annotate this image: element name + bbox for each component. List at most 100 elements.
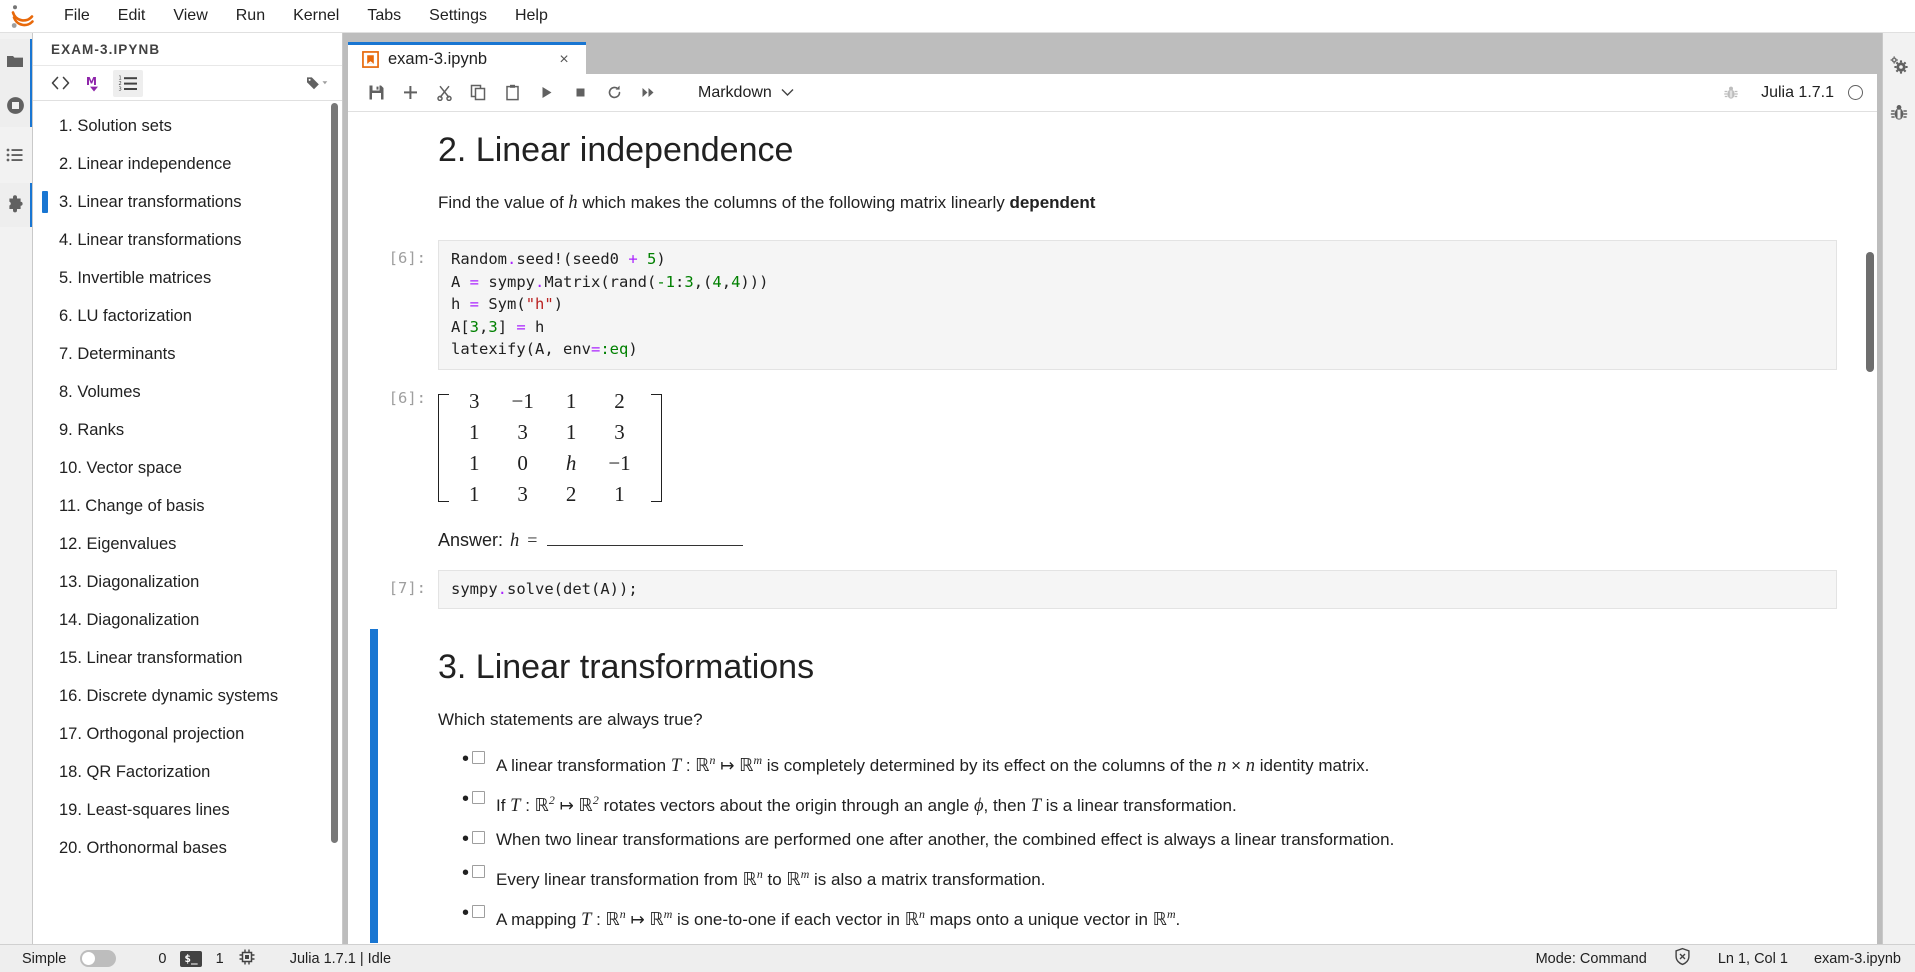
cell-content: 3. Linear transformations Which statemen… bbox=[438, 629, 1877, 943]
prompt-text-mid: which makes the columns of the following… bbox=[577, 193, 1010, 212]
toc-item-label: 19. Least-squares lines bbox=[59, 801, 230, 819]
cell-prompt-7: [7]: bbox=[388, 578, 426, 597]
toc-item-7[interactable]: 7. Determinants bbox=[33, 335, 342, 373]
output-prompt-6: [6]: bbox=[388, 388, 426, 407]
section-heading-3: 3. Linear transformations bbox=[438, 648, 815, 686]
cut-cell-button[interactable] bbox=[428, 78, 460, 108]
toc-item-14[interactable]: 14. Diagonalization bbox=[33, 601, 342, 639]
sidebar-item-property-inspector[interactable] bbox=[1883, 41, 1915, 89]
toc-item-11[interactable]: 11. Change of basis bbox=[33, 487, 342, 525]
toc-item-20[interactable]: 20. Orthonormal bases bbox=[33, 829, 342, 867]
play-icon bbox=[542, 87, 551, 98]
toc-tag-dropdown-button[interactable] bbox=[302, 70, 332, 97]
left-activity-bar bbox=[0, 33, 33, 944]
toc-item-label: 16. Discrete dynamic systems bbox=[59, 687, 279, 705]
toc-item-17[interactable]: 17. Orthogonal projection bbox=[33, 715, 342, 753]
statement-checkbox[interactable] bbox=[472, 865, 485, 878]
notebook-cells-container[interactable]: 2. Linear independence Find the value of… bbox=[348, 112, 1877, 944]
menu-view[interactable]: View bbox=[159, 2, 221, 30]
toc-numbering-toggle-button[interactable]: 1 2 3 bbox=[113, 69, 143, 97]
toggle-knob bbox=[82, 952, 96, 965]
menu-run[interactable]: Run bbox=[222, 2, 279, 30]
notebook-cell-code-6[interactable]: [6]: Random.seed!(seed0 + 5) A = sympy.M… bbox=[348, 240, 1877, 370]
bug-icon bbox=[1890, 105, 1908, 120]
sidebar-item-running-terminals[interactable] bbox=[0, 83, 32, 127]
toc-item-10[interactable]: 10. Vector space bbox=[33, 449, 342, 487]
toc-item-4[interactable]: 4. Linear transformations bbox=[33, 221, 342, 259]
toc-item-15[interactable]: 15. Linear transformation bbox=[33, 639, 342, 677]
toc-markdown-toggle-button[interactable]: M bbox=[79, 70, 109, 97]
tab-close-icon[interactable]: × bbox=[554, 50, 574, 70]
code-line-5: latexify(A, env=:eq) bbox=[451, 340, 638, 358]
toc-item-label: 18. QR Factorization bbox=[59, 763, 211, 781]
statement-checkbox[interactable] bbox=[472, 831, 485, 844]
interrupt-kernel-button[interactable] bbox=[564, 78, 596, 108]
cell-type-dropdown[interactable]: Markdown bbox=[688, 81, 802, 105]
answer-equals: = bbox=[527, 529, 538, 550]
matrix-cell: 3 bbox=[517, 419, 528, 444]
svg-text:3: 3 bbox=[118, 87, 121, 93]
sidebar-item-debugger[interactable] bbox=[1883, 89, 1915, 137]
matrix-row: 3 −1 1 2 bbox=[453, 386, 647, 417]
toc-item-6[interactable]: 6. LU factorization bbox=[33, 297, 342, 335]
gears-icon bbox=[1890, 56, 1908, 74]
menu-edit[interactable]: Edit bbox=[104, 2, 160, 30]
trusted-shield-icon[interactable] bbox=[1673, 947, 1692, 970]
toc-item-16[interactable]: 16. Discrete dynamic systems bbox=[33, 677, 342, 715]
insert-cell-button[interactable] bbox=[394, 78, 426, 108]
restart-run-all-button[interactable] bbox=[632, 78, 664, 108]
notebook-cell-markdown-answer[interactable]: Answer: h = bbox=[348, 520, 1877, 556]
restart-kernel-button[interactable] bbox=[598, 78, 630, 108]
sidebar-item-extension-manager[interactable] bbox=[0, 183, 32, 227]
matrix-cell: 3 bbox=[469, 388, 480, 413]
toc-list[interactable]: 1. Solution sets 2. Linear independence … bbox=[33, 101, 342, 944]
toc-active-indicator bbox=[42, 191, 48, 213]
menu-kernel[interactable]: Kernel bbox=[279, 2, 353, 30]
code-line-2: A = sympy.Matrix(rand(-1:3,(4,4))) bbox=[451, 272, 769, 291]
kernel-name-label[interactable]: Julia 1.7.1 bbox=[1761, 84, 1834, 102]
terminal-count[interactable]: 1 bbox=[216, 951, 224, 967]
sidebar-item-table-of-contents[interactable] bbox=[0, 133, 32, 177]
statement-checkbox[interactable] bbox=[472, 751, 485, 764]
toc-item-18[interactable]: 18. QR Factorization bbox=[33, 753, 342, 791]
toc-item-3[interactable]: 3. Linear transformations bbox=[33, 183, 342, 221]
toc-item-9[interactable]: 9. Ranks bbox=[33, 411, 342, 449]
menu-file[interactable]: File bbox=[50, 2, 104, 30]
toc-item-19[interactable]: 19. Least-squares lines bbox=[33, 791, 342, 829]
kernel-count[interactable]: 0 bbox=[158, 951, 166, 967]
statement-checkbox[interactable] bbox=[472, 905, 485, 918]
prompt-text-pre: Find the value of bbox=[438, 193, 569, 212]
terminal-icon[interactable]: $_ bbox=[180, 950, 202, 967]
notebook-cell-code-7[interactable]: [7]: sympy.solve(det(A)); bbox=[348, 569, 1877, 609]
tab-exam-3-notebook[interactable]: exam-3.ipynb × bbox=[348, 42, 586, 74]
toc-item-1[interactable]: 1. Solution sets bbox=[33, 107, 342, 145]
toc-item-12[interactable]: 12. Eigenvalues bbox=[33, 525, 342, 563]
toc-item-8[interactable]: 8. Volumes bbox=[33, 373, 342, 411]
matrix-cell: 0 bbox=[517, 450, 528, 475]
kernel-chip-icon[interactable] bbox=[238, 948, 256, 970]
output-content: 3 −1 1 2 1 3 1 3 1 0 h −1 1 3 2 1 bbox=[438, 380, 1877, 514]
statement-checkbox[interactable] bbox=[472, 791, 485, 804]
code-editor-6[interactable]: Random.seed!(seed0 + 5) A = sympy.Matrix… bbox=[438, 240, 1837, 370]
toc-item-label: 15. Linear transformation bbox=[59, 649, 243, 667]
sidebar-item-file-browser[interactable] bbox=[0, 39, 32, 83]
simple-mode-toggle[interactable] bbox=[80, 950, 117, 967]
toc-item-13[interactable]: 13. Diagonalization bbox=[33, 563, 342, 601]
toc-item-5[interactable]: 5. Invertible matrices bbox=[33, 259, 342, 297]
toc-item-label: 2. Linear independence bbox=[59, 155, 232, 173]
chevron-down-icon bbox=[781, 89, 794, 96]
paste-cell-button[interactable] bbox=[496, 78, 528, 108]
notebook-cell-markdown-2[interactable]: 2. Linear independence Find the value of… bbox=[348, 112, 1877, 226]
menu-tabs[interactable]: Tabs bbox=[353, 2, 415, 30]
toc-code-toggle-button[interactable] bbox=[45, 70, 75, 97]
save-button[interactable] bbox=[360, 78, 392, 108]
menu-help[interactable]: Help bbox=[501, 2, 562, 30]
code-editor-7[interactable]: sympy.solve(det(A)); bbox=[438, 569, 1837, 609]
run-cell-button[interactable] bbox=[530, 78, 562, 108]
matrix-cell: 1 bbox=[469, 481, 480, 506]
toc-item-2[interactable]: 2. Linear independence bbox=[33, 145, 342, 183]
menu-settings[interactable]: Settings bbox=[415, 2, 501, 30]
notebook-cell-markdown-3[interactable]: 3. Linear transformations Which statemen… bbox=[348, 629, 1877, 943]
debugger-toggle-button[interactable] bbox=[1715, 78, 1747, 108]
copy-cell-button[interactable] bbox=[462, 78, 494, 108]
